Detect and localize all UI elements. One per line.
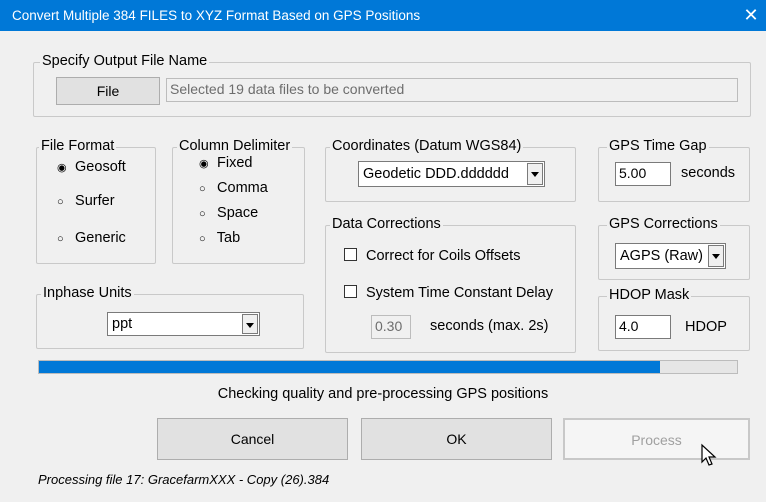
checkbox-unchecked-icon (344, 248, 357, 261)
file-button[interactable]: File (56, 77, 160, 105)
radio-fixed[interactable]: ◉ Fixed (199, 155, 253, 171)
process-button[interactable]: Process (563, 418, 750, 460)
file-format-legend: File Format (39, 138, 117, 154)
chevron-down-icon[interactable] (242, 314, 258, 334)
delay-unit: seconds (max. 2s) (430, 318, 549, 334)
coordinates-value: Geodetic DDD.dddddd (363, 166, 509, 182)
radio-empty-icon: ○ (199, 208, 206, 220)
radio-tab[interactable]: ○ Tab (199, 230, 240, 246)
mouse-cursor-icon (701, 443, 717, 466)
chevron-down-icon[interactable] (527, 163, 543, 185)
gps-corrections-legend: GPS Corrections (607, 216, 720, 232)
column-delimiter-group: Column Delimiter ◉ Fixed ○ Comma ○ Space… (172, 138, 305, 264)
coils-offsets-checkbox[interactable]: Correct for Coils Offsets (344, 248, 520, 264)
window-title: Convert Multiple 384 FILES to XYZ Format… (12, 8, 421, 23)
radio-geosoft[interactable]: ◉ Geosoft (57, 159, 126, 175)
radio-empty-icon: ○ (57, 233, 64, 245)
output-file-legend: Specify Output File Name (40, 53, 210, 69)
hdop-mask-legend: HDOP Mask (607, 287, 692, 303)
radio-generic[interactable]: ○ Generic (57, 230, 126, 246)
title-bar: Convert Multiple 384 FILES to XYZ Format… (0, 0, 766, 31)
radio-selected-icon: ◉ (57, 162, 67, 174)
gps-time-gap-input[interactable]: 5.00 (615, 162, 671, 186)
inphase-units-value: ppt (112, 316, 133, 332)
hdop-mask-group: HDOP Mask 4.0 HDOP (598, 287, 750, 351)
hdop-mask-unit: HDOP (685, 319, 727, 335)
radio-empty-icon: ○ (57, 196, 64, 208)
radio-selected-icon: ◉ (199, 158, 209, 170)
checkbox-unchecked-icon (344, 285, 357, 298)
radio-surfer[interactable]: ○ Surfer (57, 193, 115, 209)
output-file-field: Selected 19 data files to be converted (166, 78, 738, 102)
progress-fill (39, 361, 661, 373)
radio-space[interactable]: ○ Space (199, 205, 258, 221)
progress-bar (38, 360, 738, 374)
time-constant-checkbox[interactable]: System Time Constant Delay (344, 285, 553, 301)
inphase-units-select[interactable]: ppt (107, 312, 260, 336)
footer-status: Processing file 17: GracefarmXXX - Copy … (38, 472, 330, 487)
output-file-group: Specify Output File Name File Selected 1… (33, 53, 751, 117)
cancel-button[interactable]: Cancel (157, 418, 348, 460)
coordinates-legend: Coordinates (Datum WGS84) (330, 138, 524, 154)
gps-time-gap-group: GPS Time Gap 5.00 seconds (598, 138, 750, 202)
radio-comma[interactable]: ○ Comma (199, 180, 268, 196)
file-format-group: File Format ◉ Geosoft ○ Surfer ○ Generic (36, 138, 156, 264)
progress-status: Checking quality and pre-processing GPS … (217, 386, 549, 402)
coordinates-select[interactable]: Geodetic DDD.dddddd (358, 161, 545, 187)
close-icon[interactable]: ✕ (736, 0, 766, 31)
data-corrections-legend: Data Corrections (330, 216, 443, 232)
gps-corrections-group: GPS Corrections AGPS (Raw) (598, 216, 750, 280)
chevron-down-icon[interactable] (708, 245, 724, 267)
coordinates-group: Coordinates (Datum WGS84) Geodetic DDD.d… (325, 138, 576, 202)
inphase-units-legend: Inphase Units (41, 285, 134, 301)
radio-empty-icon: ○ (199, 183, 206, 195)
delay-input: 0.30 (371, 315, 411, 339)
column-delimiter-legend: Column Delimiter (177, 138, 293, 154)
data-corrections-group: Data Corrections Correct for Coils Offse… (325, 216, 576, 353)
hdop-mask-input[interactable]: 4.0 (615, 315, 671, 339)
gps-time-gap-legend: GPS Time Gap (607, 138, 709, 154)
gps-corrections-select[interactable]: AGPS (Raw) (615, 243, 726, 269)
inphase-units-group: Inphase Units ppt (36, 285, 304, 349)
radio-empty-icon: ○ (199, 233, 206, 245)
gps-time-gap-unit: seconds (681, 165, 736, 181)
gps-corrections-value: AGPS (Raw) (620, 248, 703, 264)
ok-button[interactable]: OK (361, 418, 552, 460)
